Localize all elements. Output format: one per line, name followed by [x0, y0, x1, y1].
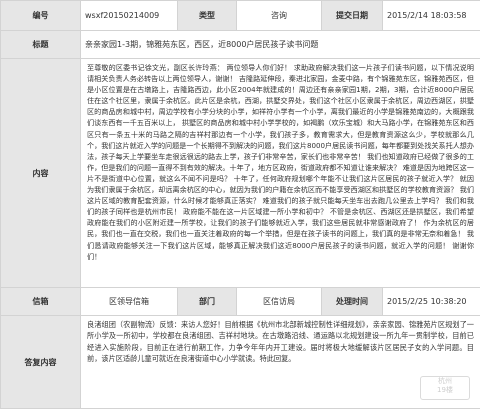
site-watermark-logo: 杭州 19楼	[420, 376, 470, 400]
department-value: 区信访局	[237, 288, 322, 316]
mailbox-label: 信箱	[1, 288, 81, 316]
title-value: 亲亲家园1-3期，锦雅苑东区，西区，近8000户居民孩子读书问题	[81, 31, 480, 59]
department-label: 部门	[178, 288, 237, 316]
watermark-line-2: 19楼	[421, 386, 469, 395]
number-label: 编号	[1, 1, 81, 31]
mailbox-value: 区领导信箱	[81, 288, 178, 316]
type-value: 咨询	[237, 1, 322, 31]
title-label: 标题	[1, 31, 81, 59]
reply-body: 良渚组团（农副物流）反馈：来访人您好！目前根据《杭州市北部新城控制性详细规划》，…	[85, 316, 476, 368]
number-value: wsxf20150214009	[81, 1, 178, 31]
handle-date-value: 2015/2/25 10:38:20	[383, 288, 480, 316]
row-mailbox: 信箱 区领导信箱 部门 区信访局 处理时间 2015/2/25 10:38:20	[1, 288, 480, 316]
content-label: 内容	[1, 59, 81, 288]
reply-label: 答复内容	[1, 316, 81, 409]
row-title: 标题 亲亲家园1-3期，锦雅苑东区，西区，近8000户居民孩子读书问题	[1, 31, 480, 59]
row-number: 编号 wsxf20150214009 类型 咨询 提交日期 2015/2/14 …	[1, 1, 480, 31]
content-body: 至尊敬的区委书记徐文光，副区长许玲燕： 两位领导人你们好！ 求助政府解决我们这一…	[85, 59, 476, 265]
watermark-line-1: 杭州	[421, 377, 469, 386]
handle-date-label: 处理时间	[322, 288, 383, 316]
letter-detail-table: 编号 wsxf20150214009 类型 咨询 提交日期 2015/2/14 …	[0, 0, 480, 409]
submit-date-label: 提交日期	[322, 1, 383, 31]
submit-date-value: 2015/2/14 18:03:58	[383, 1, 480, 31]
type-label: 类型	[178, 1, 237, 31]
row-content: 内容 至尊敬的区委书记徐文光，副区长许玲燕： 两位领导人你们好！ 求助政府解决我…	[1, 59, 480, 288]
row-reply: 答复内容 良渚组团（农副物流）反馈：来访人您好！目前根据《杭州市北部新城控制性详…	[1, 316, 480, 409]
